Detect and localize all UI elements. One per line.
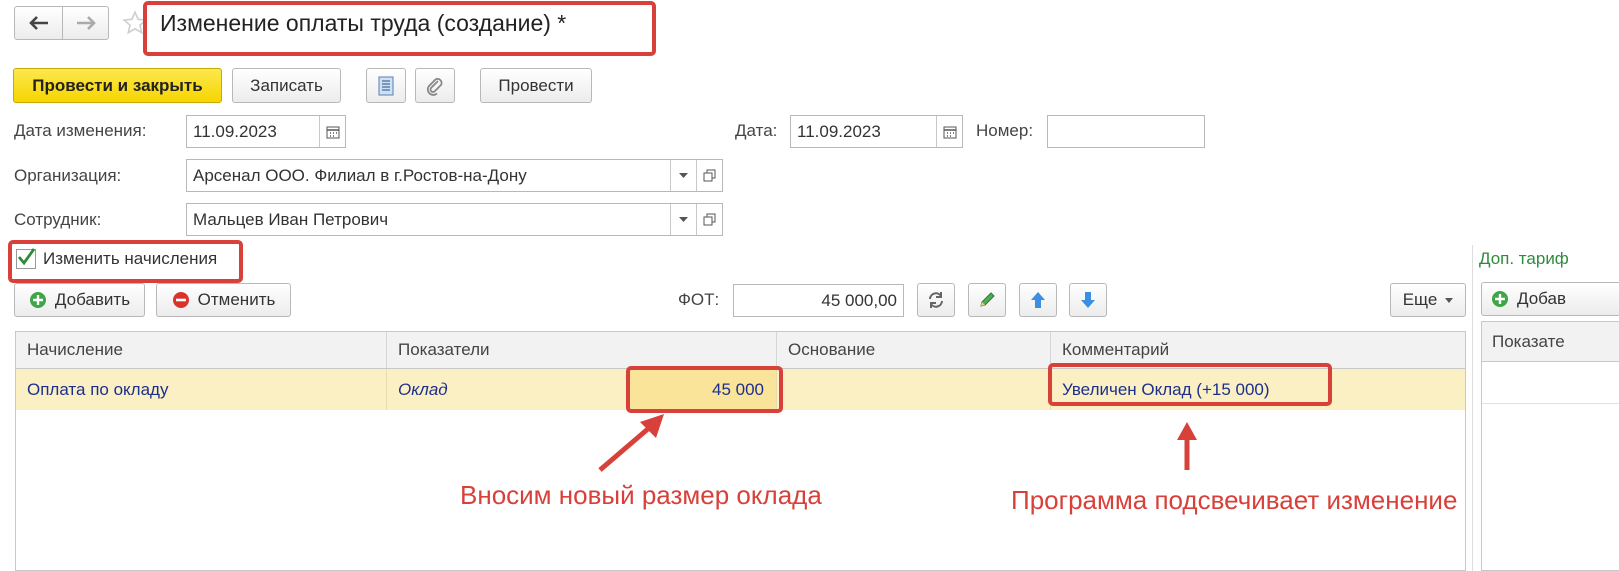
back-button[interactable] <box>14 6 63 40</box>
calendar-icon[interactable] <box>936 116 962 147</box>
minus-circle-icon <box>172 292 189 308</box>
forward-button[interactable] <box>62 6 109 40</box>
change-date-label: Дата изменения: <box>14 121 147 140</box>
attach-button[interactable] <box>415 68 455 103</box>
save-button[interactable]: Записать <box>232 68 341 103</box>
arrow-down-icon <box>1081 292 1095 308</box>
indicator-name-cell[interactable]: Оклад <box>387 369 627 410</box>
post-button[interactable]: Провести <box>480 68 592 103</box>
plus-circle-icon <box>29 292 46 308</box>
side-add-button[interactable]: Добав <box>1481 282 1619 316</box>
fot-field[interactable]: 45 000,00 <box>733 284 904 317</box>
arrow-up-icon <box>1031 292 1045 308</box>
open-form-icon[interactable] <box>696 160 722 191</box>
change-date-field[interactable]: 11.09.2023 <box>186 115 346 148</box>
dropdown-arrow-icon <box>1445 297 1454 303</box>
refresh-button[interactable] <box>917 283 955 317</box>
employee-field[interactable]: Мальцев Иван Петрович <box>186 203 723 236</box>
back-arrow-icon <box>28 16 48 30</box>
move-up-button[interactable] <box>1019 283 1057 317</box>
column-basis[interactable]: Основание <box>777 332 1051 368</box>
add-button[interactable]: Добавить <box>14 283 145 317</box>
employee-label: Сотрудник: <box>14 210 102 229</box>
accrual-cell[interactable]: Оплата по окладу <box>16 369 387 410</box>
number-field[interactable] <box>1047 115 1205 148</box>
refresh-icon <box>929 292 943 308</box>
salary-highlight <box>626 366 783 413</box>
dropdown-arrow-icon[interactable] <box>670 160 696 191</box>
dropdown-arrow-icon[interactable] <box>670 204 696 235</box>
annotation-arrow-right <box>1177 422 1197 470</box>
date-label: Дата: <box>735 121 778 140</box>
organization-field[interactable]: Арсенал ООО. Филиал в г.Ростов-на-Дону <box>186 159 723 192</box>
side-panel-divider <box>1472 245 1473 571</box>
annotation-right: Программа подсвечивает изменение <box>1011 485 1458 515</box>
more-button[interactable]: Еще <box>1390 283 1466 317</box>
edit-button[interactable] <box>968 283 1006 317</box>
organization-label: Организация: <box>14 166 122 185</box>
comment-highlight <box>1048 363 1332 406</box>
checkbox-highlight <box>8 240 243 283</box>
annotation-left: Вносим новый размер оклада <box>460 480 822 510</box>
basis-cell[interactable] <box>777 369 1051 410</box>
document-list-button[interactable] <box>366 68 406 103</box>
title-highlight <box>143 1 656 56</box>
paperclip-icon <box>426 77 443 96</box>
open-form-icon[interactable] <box>696 204 722 235</box>
column-accrual[interactable]: Начисление <box>16 332 387 368</box>
number-label: Номер: <box>976 121 1034 140</box>
post-and-close-button[interactable]: Провести и закрыть <box>13 68 222 103</box>
move-down-button[interactable] <box>1069 283 1107 317</box>
cancel-accrual-button[interactable]: Отменить <box>156 283 291 317</box>
side-panel-title[interactable]: Доп. тариф <box>1479 249 1569 269</box>
side-grid-row[interactable] <box>1482 362 1619 404</box>
pencil-icon <box>980 292 995 307</box>
calendar-icon[interactable] <box>319 116 345 147</box>
date-field[interactable]: 11.09.2023 <box>790 115 963 148</box>
fot-label: ФОТ: <box>678 290 720 309</box>
forward-arrow-icon <box>76 16 96 30</box>
annotation-arrow-left <box>598 414 664 472</box>
plus-circle-icon <box>1492 291 1508 307</box>
side-grid: Показате <box>1481 321 1619 571</box>
document-list-icon <box>378 76 394 95</box>
column-indicators[interactable]: Показатели <box>387 332 777 368</box>
side-grid-header: Показате <box>1482 322 1619 362</box>
